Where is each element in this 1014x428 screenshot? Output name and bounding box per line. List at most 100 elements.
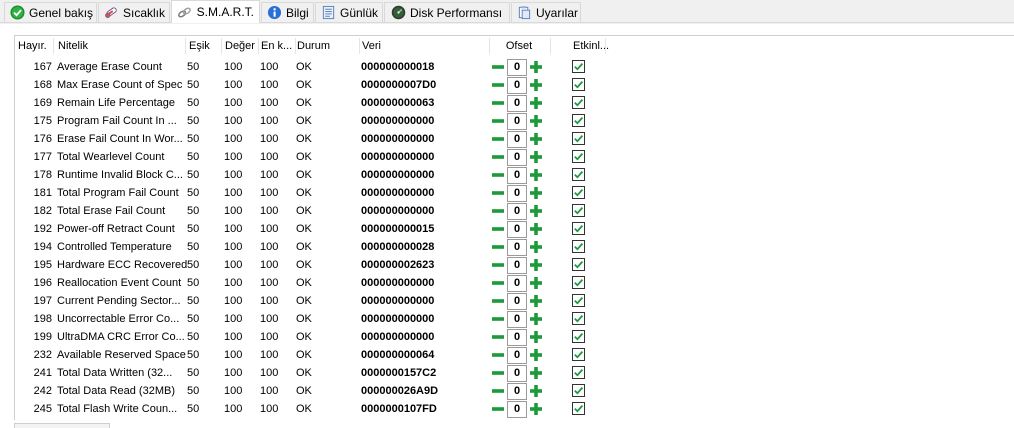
decrement-offset-button[interactable] [491, 78, 505, 92]
decrement-offset-button[interactable] [491, 186, 505, 200]
decrement-offset-button[interactable] [491, 258, 505, 272]
table-row[interactable]: 242 Total Data Read (32MB) 50 100 100 OK 00000… [15, 382, 635, 400]
offset-input[interactable]: 0 [507, 167, 527, 184]
offset-input[interactable]: 0 [507, 401, 527, 418]
table-row[interactable]: 175 Program Fail Count In ... 50 100 100 OK 00… [15, 112, 635, 130]
table-row[interactable]: 194 Controlled Temperature 50 100 100 OK 00000… [15, 238, 635, 256]
tab-info[interactable]: Bilgi [261, 2, 314, 22]
column-divider[interactable] [185, 38, 186, 54]
table-row[interactable]: 192 Power-off Retract Count 50 100 100 OK 0000… [15, 220, 635, 238]
smart-table[interactable]: Hayır. Nitelik Eşik Değer En k... Durum … [14, 35, 1014, 420]
offset-input[interactable]: 0 [507, 383, 527, 400]
enabled-checkbox[interactable] [572, 276, 585, 289]
table-row[interactable]: 245 Total Flash Write Coun... 50 100 100 OK 00… [15, 400, 635, 418]
tab-overview[interactable]: Genel bakış [4, 2, 97, 22]
increment-offset-button[interactable] [529, 132, 543, 146]
increment-offset-button[interactable] [529, 402, 543, 416]
table-row[interactable]: 167 Average Erase Count 50 100 100 OK 00000000… [15, 58, 635, 76]
table-row[interactable]: 182 Total Erase Fail Count 50 100 100 OK 00000… [15, 202, 635, 220]
table-row[interactable]: 176 Erase Fail Count In Wor... 50 100 100 OK 0… [15, 130, 635, 148]
decrement-offset-button[interactable] [491, 348, 505, 362]
offset-input[interactable]: 0 [507, 239, 527, 256]
decrement-offset-button[interactable] [491, 366, 505, 380]
decrement-offset-button[interactable] [491, 330, 505, 344]
column-divider[interactable] [258, 38, 259, 54]
enabled-checkbox[interactable] [572, 132, 585, 145]
offset-input[interactable]: 0 [507, 365, 527, 382]
table-row[interactable]: 199 UltraDMA CRC Error Co... 50 100 100 OK 000… [15, 328, 635, 346]
enabled-checkbox[interactable] [572, 168, 585, 181]
tab-alerts[interactable]: Uyarılar [511, 2, 581, 22]
tab-log[interactable]: Günlük [315, 2, 383, 22]
enabled-checkbox[interactable] [572, 240, 585, 253]
decrement-offset-button[interactable] [491, 294, 505, 308]
tab-disk-performance[interactable]: Disk Performansı [384, 2, 510, 22]
tab-smart[interactable]: S.M.A.R.T. [171, 0, 260, 23]
column-header-threshold[interactable]: Eşik [189, 36, 219, 56]
enabled-checkbox[interactable] [572, 384, 585, 397]
decrement-offset-button[interactable] [491, 150, 505, 164]
offset-input[interactable]: 0 [507, 221, 527, 238]
decrement-offset-button[interactable] [491, 276, 505, 290]
table-row[interactable]: 181 Total Program Fail Count 50 100 100 OK 000… [15, 184, 635, 202]
decrement-offset-button[interactable] [491, 96, 505, 110]
offset-input[interactable]: 0 [507, 293, 527, 310]
column-header-data[interactable]: Veri [362, 36, 482, 56]
increment-offset-button[interactable] [529, 294, 543, 308]
column-header-offset[interactable]: Ofset [489, 36, 549, 56]
decrement-offset-button[interactable] [491, 240, 505, 254]
increment-offset-button[interactable] [529, 366, 543, 380]
increment-offset-button[interactable] [529, 96, 543, 110]
increment-offset-button[interactable] [529, 384, 543, 398]
enabled-checkbox[interactable] [572, 402, 585, 415]
column-divider[interactable] [605, 38, 606, 54]
column-divider[interactable] [221, 38, 222, 54]
enabled-checkbox[interactable] [572, 312, 585, 325]
increment-offset-button[interactable] [529, 186, 543, 200]
enabled-checkbox[interactable] [572, 258, 585, 271]
column-header-attribute[interactable]: Nitelik [58, 36, 183, 56]
column-divider[interactable] [53, 38, 54, 54]
offset-input[interactable]: 0 [507, 329, 527, 346]
decrement-offset-button[interactable] [491, 60, 505, 74]
offset-input[interactable]: 0 [507, 185, 527, 202]
decrement-offset-button[interactable] [491, 168, 505, 182]
enabled-checkbox[interactable] [572, 366, 585, 379]
enabled-checkbox[interactable] [572, 330, 585, 343]
table-row[interactable]: 177 Total Wearlevel Count 50 100 100 OK 000000… [15, 148, 635, 166]
column-header-status[interactable]: Durum [297, 36, 357, 56]
enabled-checkbox[interactable] [572, 348, 585, 361]
table-row[interactable]: 178 Runtime Invalid Block C... 50 100 100 OK 0… [15, 166, 635, 184]
offset-input[interactable]: 0 [507, 95, 527, 112]
increment-offset-button[interactable] [529, 168, 543, 182]
increment-offset-button[interactable] [529, 114, 543, 128]
enabled-checkbox[interactable] [572, 114, 585, 127]
enabled-checkbox[interactable] [572, 186, 585, 199]
offset-input[interactable]: 0 [507, 59, 527, 76]
column-header-id[interactable]: Hayır. [18, 36, 54, 56]
increment-offset-button[interactable] [529, 348, 543, 362]
offset-input[interactable]: 0 [507, 113, 527, 130]
table-row[interactable]: 198 Uncorrectable Error Co... 50 100 100 OK 00… [15, 310, 635, 328]
column-header-enabled[interactable]: Etkinl... [573, 36, 618, 56]
decrement-offset-button[interactable] [491, 204, 505, 218]
increment-offset-button[interactable] [529, 312, 543, 326]
table-row[interactable]: 196 Reallocation Event Count 50 100 100 OK 000… [15, 274, 635, 292]
increment-offset-button[interactable] [529, 240, 543, 254]
column-divider[interactable] [550, 38, 551, 54]
table-row[interactable]: 232 Available Reserved Space 50 100 100 OK 000… [15, 346, 635, 364]
increment-offset-button[interactable] [529, 258, 543, 272]
increment-offset-button[interactable] [529, 204, 543, 218]
offset-input[interactable]: 0 [507, 77, 527, 94]
enabled-checkbox[interactable] [572, 294, 585, 307]
table-row[interactable]: 241 Total Data Written (32... 50 100 100 OK 00… [15, 364, 635, 382]
enabled-checkbox[interactable] [572, 204, 585, 217]
table-row[interactable]: 195 Hardware ECC Recovered 50 100 100 OK 00000… [15, 256, 635, 274]
bottom-scroll-tab[interactable] [14, 423, 110, 428]
decrement-offset-button[interactable] [491, 384, 505, 398]
enabled-checkbox[interactable] [572, 222, 585, 235]
offset-input[interactable]: 0 [507, 131, 527, 148]
decrement-offset-button[interactable] [491, 312, 505, 326]
column-header-value[interactable]: Değer [225, 36, 258, 56]
table-row[interactable]: 169 Remain Life Percentage 50 100 100 OK 00000… [15, 94, 635, 112]
